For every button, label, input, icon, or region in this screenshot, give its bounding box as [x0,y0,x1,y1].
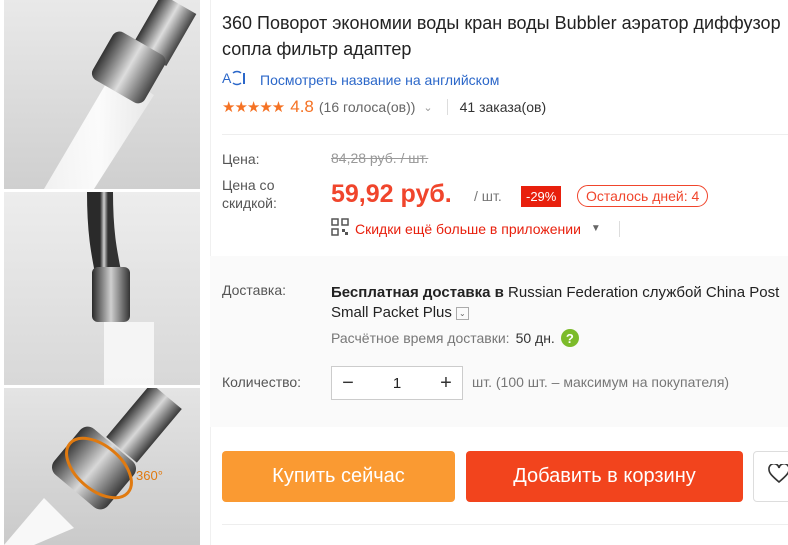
add-to-cart-button[interactable]: Добавить в корзину [466,451,743,502]
translate-title-link[interactable]: A Посмотреть название на английском [222,69,499,90]
shipping-label: Доставка: [222,282,287,298]
price-unit: / шт. [474,188,502,204]
quantity-stepper: − 1 + [331,366,463,400]
discount-badge: -29% [521,186,562,207]
badge-360-text: 360° [136,468,163,483]
delivery-time-label: Расчётное время доставки: [331,330,510,346]
decrease-quantity-button[interactable]: − [332,367,364,399]
price-label: Цена: [222,151,260,167]
app-promo-label: Скидки ещё больше в приложении [355,220,581,237]
discount-price-label: Цена со скидкой: [222,177,277,211]
increase-quantity-button[interactable]: + [430,367,462,399]
shipping-info: Бесплатная доставка в Russian Federation… [331,283,788,323]
rating-row: ★★★★★ 4.8 (16 голоса(ов)) ⌄ 41 заказа(ов… [222,97,546,117]
shipping-options-chevron-icon[interactable]: ⌄ [455,306,469,320]
rating-separator [446,99,448,115]
rating-stars-icon: ★★★★★ [222,99,285,116]
svg-text:A: A [222,70,232,86]
orders-count: 41 заказа(ов) [459,99,547,115]
quantity-input[interactable]: 1 [364,375,430,392]
product-thumbnail-1[interactable] [4,0,200,189]
qr-code-icon [331,218,349,239]
delivery-time-value: 50 дн. [515,330,555,346]
app-promo-separator [618,220,620,237]
quantity-label: Количество: [222,374,302,390]
divider [222,524,788,525]
translate-icon: A [222,69,252,90]
current-price: 59,92 руб. [331,180,452,208]
votes-link[interactable]: (16 голоса(ов)) [319,99,416,115]
shipping-prefix: Бесплатная доставка в [331,284,504,301]
divider [222,134,788,135]
buy-now-button[interactable]: Купить сейчас [222,451,455,502]
delivery-time: Расчётное время доставки: 50 дн. ? [331,329,579,347]
wishlist-button[interactable] [753,451,788,502]
help-icon[interactable]: ? [560,329,579,347]
shipping-service[interactable]: Small Packet Plus [331,304,452,321]
translate-link-label: Посмотреть название на английском [260,71,500,88]
product-title: 360 Поворот экономии воды кран воды Bubb… [222,13,781,59]
heart-icon [768,462,788,489]
product-thumbnail-2[interactable] [4,192,200,385]
app-promo-link[interactable]: Скидки ещё больше в приложении ▼ [331,218,620,239]
caret-down-icon: ▼ [590,223,601,234]
shipping-destination[interactable]: Russian Federation службой China Post [508,284,779,301]
days-left-badge: Осталось дней: 4 [577,185,709,207]
product-thumbnail-3[interactable]: 360° [4,388,200,545]
rating-value: 4.8 [290,97,314,116]
chevron-down-icon[interactable]: ⌄ [423,101,432,114]
quantity-note: шт. (100 шт. – максимум на покупателя) [472,374,730,390]
original-price: 84,28 руб. / шт. [331,150,429,166]
image-thumbnails: 360° [0,0,200,545]
